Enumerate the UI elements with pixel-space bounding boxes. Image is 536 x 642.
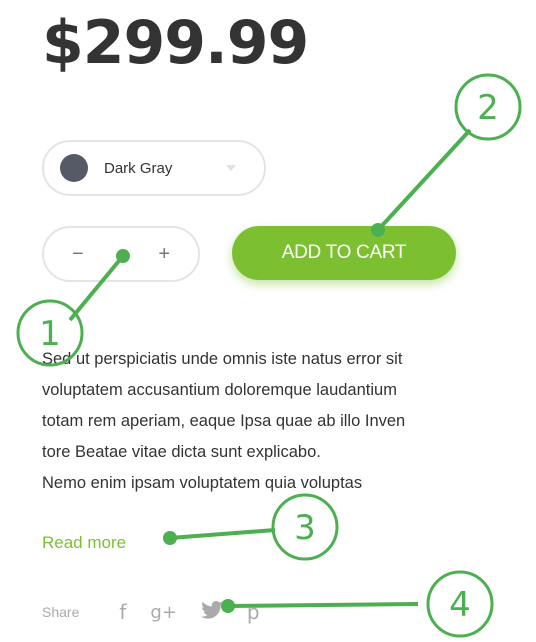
callout-line-2 bbox=[376, 128, 472, 232]
decrement-button[interactable]: − bbox=[72, 243, 84, 266]
description-line: tore Beatae vitae dicta sunt explicabo. bbox=[42, 443, 321, 461]
color-select[interactable]: Dark Gray bbox=[42, 140, 266, 196]
callout-circle-2 bbox=[454, 73, 522, 141]
callout-number-3: 3 bbox=[294, 508, 316, 548]
twitter-icon[interactable] bbox=[201, 600, 223, 624]
share-row: Share f g+ p bbox=[42, 598, 284, 626]
chevron-down-icon bbox=[226, 165, 236, 171]
pinterest-icon[interactable]: p bbox=[247, 600, 260, 624]
add-to-cart-button[interactable]: ADD TO CART bbox=[232, 226, 456, 280]
share-label: Share bbox=[42, 604, 80, 620]
callout-number-4: 4 bbox=[449, 585, 471, 625]
callout-circle-3 bbox=[271, 493, 339, 561]
price: $299.99 bbox=[42, 8, 309, 78]
description-line: totam rem aperiam, eaque Ipsa quae ab il… bbox=[42, 412, 406, 430]
callout-line-3 bbox=[169, 528, 276, 540]
color-swatch bbox=[60, 154, 88, 182]
twitter-bird-glyph bbox=[201, 601, 223, 619]
description-line: voluptatem accusantium doloremque laudan… bbox=[42, 381, 397, 399]
quantity-stepper[interactable]: − + bbox=[42, 226, 200, 282]
description-line: Sed ut perspiciatis unde omnis iste natu… bbox=[42, 350, 403, 368]
callout-dot-3 bbox=[163, 531, 177, 545]
google-plus-icon[interactable]: g+ bbox=[150, 602, 177, 623]
facebook-icon[interactable]: f bbox=[119, 600, 126, 624]
product-description: Sed ut perspiciatis unde omnis iste natu… bbox=[42, 344, 536, 499]
read-more-link[interactable]: Read more bbox=[42, 533, 126, 553]
callout-circle-4 bbox=[426, 570, 494, 638]
color-select-label: Dark Gray bbox=[104, 159, 173, 177]
callout-number-2: 2 bbox=[477, 88, 499, 128]
increment-button[interactable]: + bbox=[158, 243, 170, 266]
description-line: Nemo enim ipsam voluptatem quia voluptas bbox=[42, 474, 363, 492]
